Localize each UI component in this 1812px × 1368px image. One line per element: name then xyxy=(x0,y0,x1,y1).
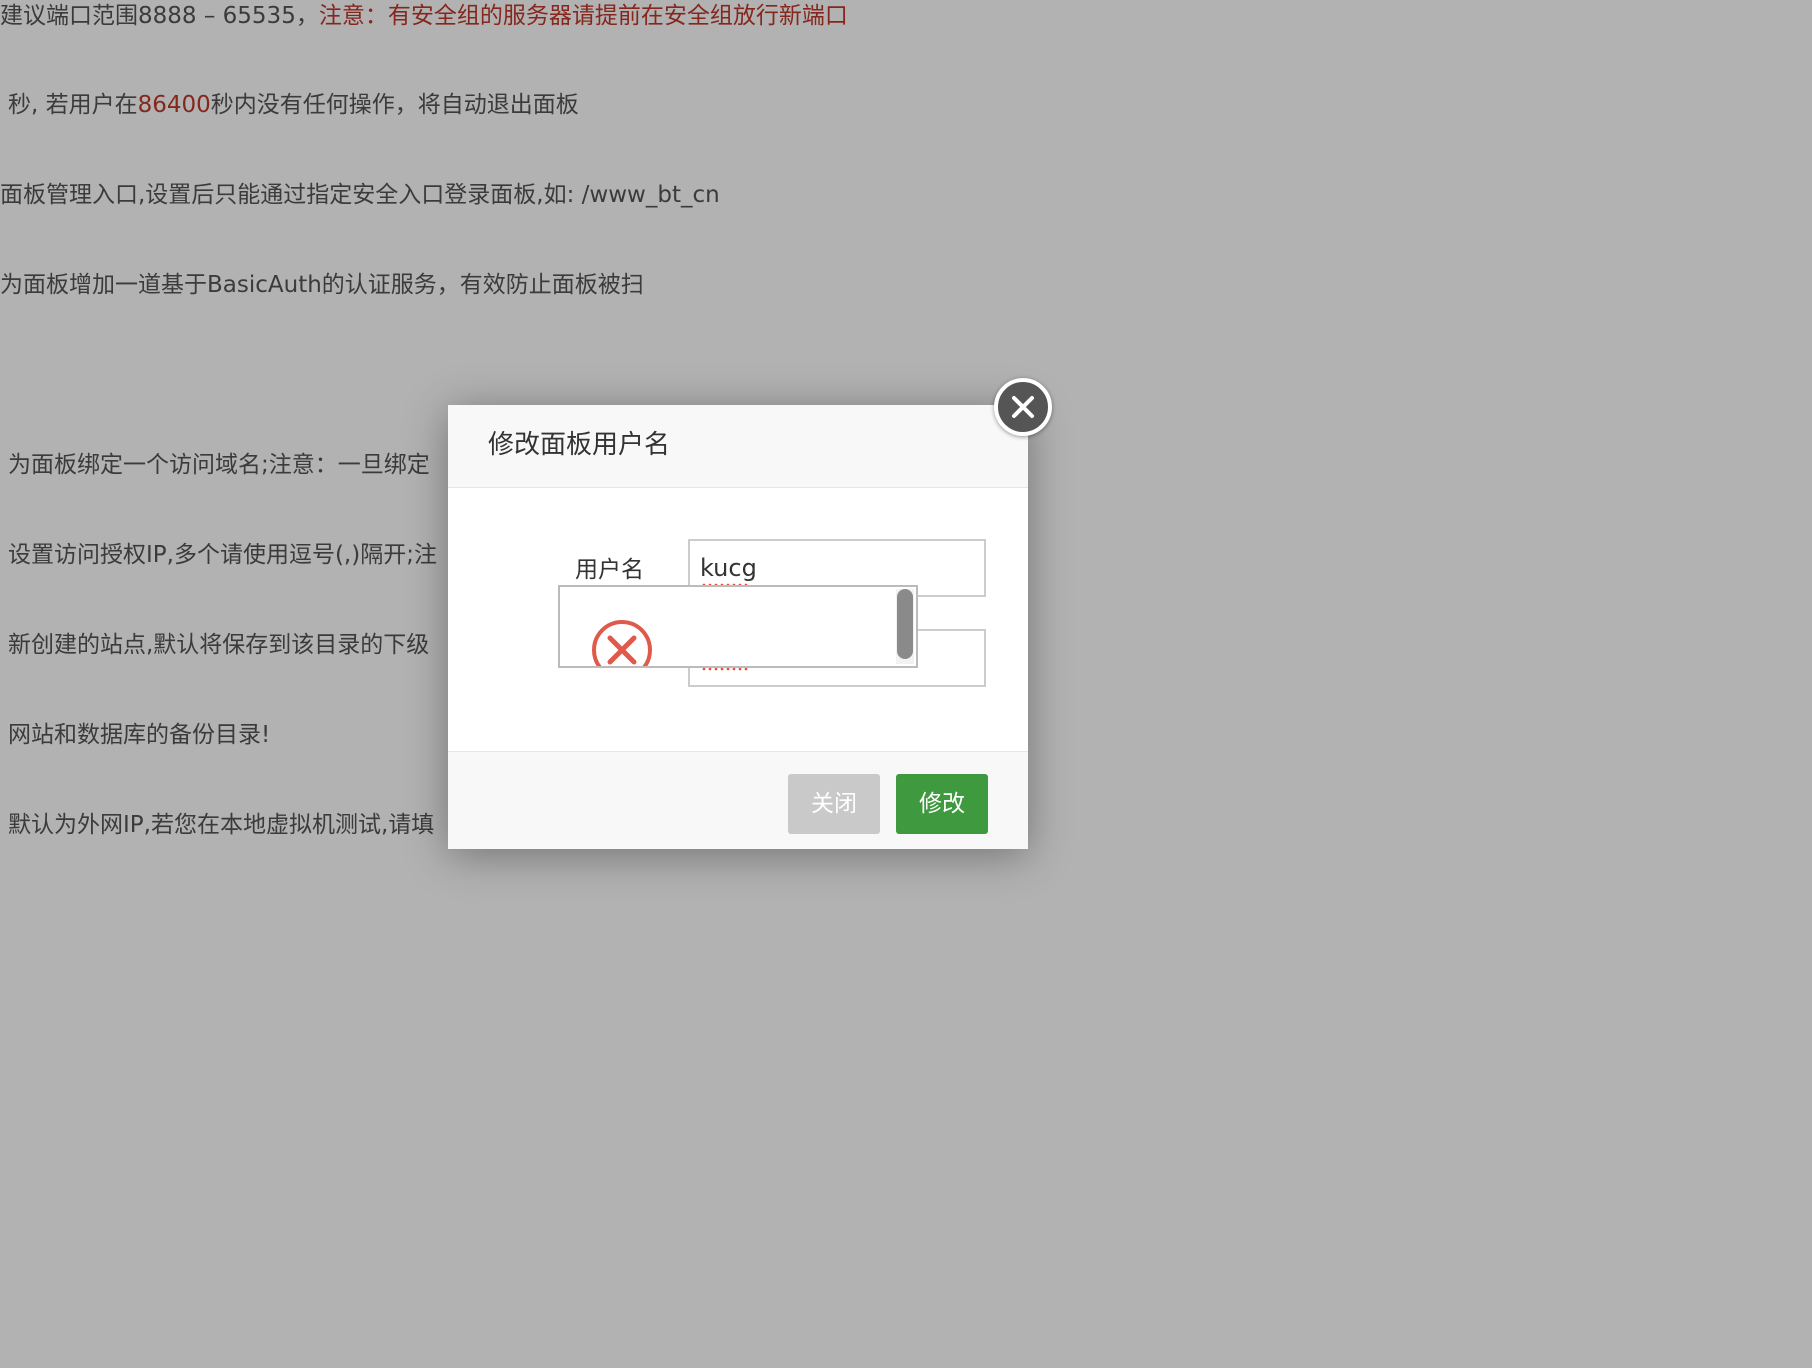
close-circle-icon[interactable] xyxy=(994,378,1052,436)
popup-scrollbar-thumb[interactable] xyxy=(897,589,913,659)
error-circle-x-icon xyxy=(590,618,654,666)
dialog-title: 修改面板用户名 xyxy=(488,430,671,460)
dialog-footer: 关闭 修改 xyxy=(448,751,1028,849)
popup-scrollbar[interactable] xyxy=(896,589,914,664)
username-label: 用户名 xyxy=(575,557,644,583)
close-button[interactable]: 关闭 xyxy=(788,774,880,834)
error-message-popup xyxy=(558,585,918,668)
modify-button[interactable]: 修改 xyxy=(896,774,988,834)
dialog-header: 修改面板用户名 xyxy=(448,405,1028,488)
